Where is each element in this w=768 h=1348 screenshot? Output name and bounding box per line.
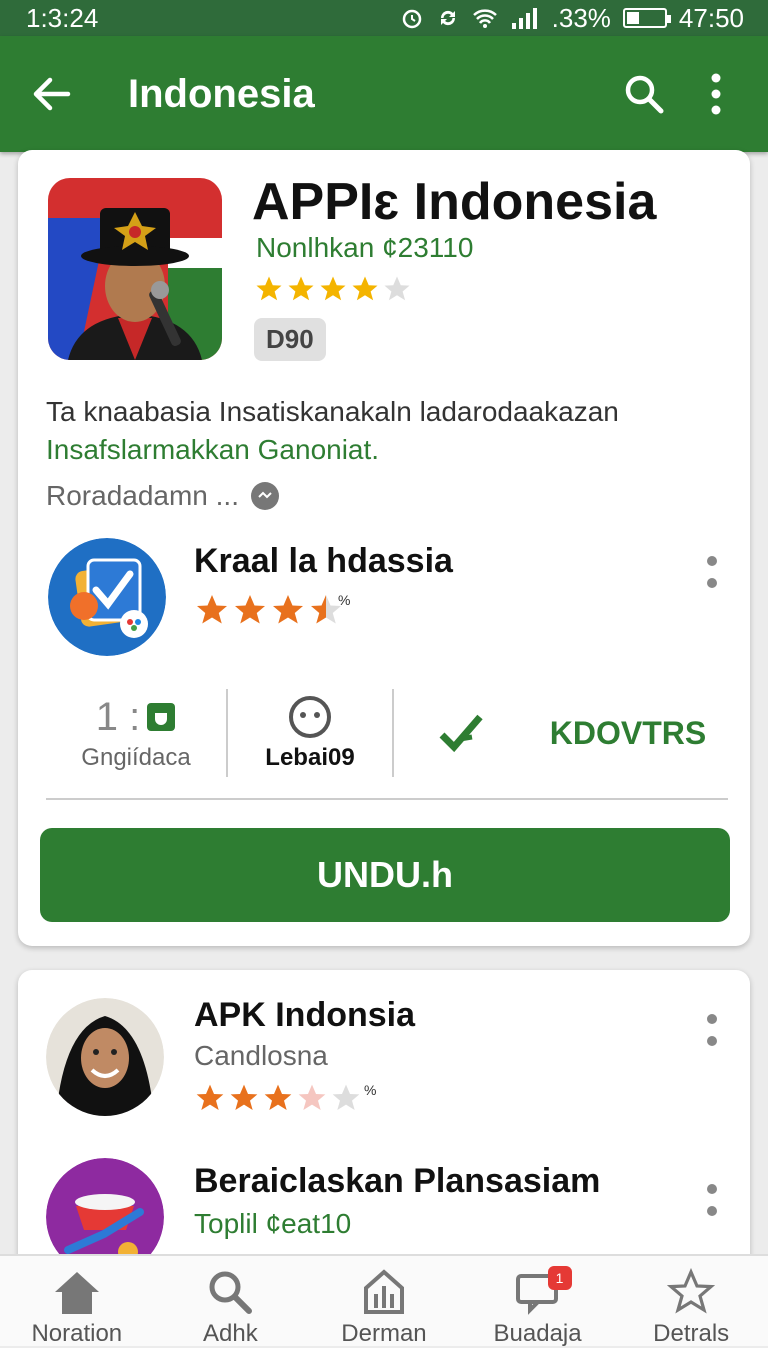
app-title-list-item-2: Beraiclaskan Plansasiam <box>194 1162 601 1200</box>
stat-value: 1 : <box>95 694 141 739</box>
app-title-featured: APPIɛ Indonesia <box>252 173 657 231</box>
battery-percent: .33% <box>551 2 611 33</box>
star-icon <box>352 276 378 301</box>
search-icon <box>625 75 664 114</box>
app-icon-list-item-1[interactable] <box>46 998 164 1116</box>
nav-item-search[interactable]: Adhk <box>160 1256 300 1348</box>
search-icon <box>209 1271 253 1314</box>
stat-item: KDOVTRS <box>528 715 728 752</box>
rating-stars-featured <box>254 274 412 304</box>
app-title-list-item-1: APK Indonsia <box>194 996 416 1034</box>
stat-item: Lebai09 <box>228 694 392 772</box>
star-icon <box>288 276 314 301</box>
star-icon <box>196 1084 224 1110</box>
read-more-link[interactable]: Roradadamn ... <box>46 480 279 512</box>
stat-item <box>394 711 528 755</box>
description-line-2: Insafslarmakkan Ganoniat. <box>46 434 380 465</box>
battery-icon <box>622 8 671 28</box>
bottom-navigation: Noration Adhk Derman 1 Buadaja Detrals <box>0 1254 768 1348</box>
notification-badge: 1 <box>547 1266 572 1290</box>
star-icon <box>320 276 346 301</box>
related-app-icon[interactable] <box>48 538 166 656</box>
more-vert-icon <box>711 73 721 115</box>
app-subtitle-featured: Nonlhkan ¢23110 <box>256 232 474 263</box>
list-item-2-menu-button[interactable] <box>702 1184 722 1216</box>
star-icon <box>197 595 227 624</box>
stat-label: KDOVTRS <box>549 714 707 751</box>
back-button[interactable] <box>24 66 80 122</box>
status-bar: 1:3:24 .33% 47:50 <box>0 0 768 36</box>
status-time: 1:3:24 <box>26 2 99 33</box>
star-empty-icon <box>332 1084 360 1110</box>
star-icon <box>264 1084 292 1110</box>
shield-icon <box>147 703 176 731</box>
star-icon <box>230 1084 258 1110</box>
more-options-button[interactable] <box>688 66 744 122</box>
app-bar: Indonesia <box>0 36 768 152</box>
rating-stars-list-item-1 <box>194 1082 362 1114</box>
star-empty-icon <box>298 1084 326 1110</box>
search-button[interactable] <box>616 66 672 122</box>
alarm-icon <box>400 6 424 30</box>
status-icons: .33% 47:50 <box>400 3 744 34</box>
content-badge: D90 <box>254 318 326 361</box>
star-icon <box>235 595 265 624</box>
list-item-1-menu-button[interactable] <box>702 1014 722 1046</box>
wifi-icon <box>472 7 498 29</box>
signal-icon <box>510 7 540 29</box>
related-app-menu-button[interactable] <box>702 556 722 588</box>
home-icon <box>54 1272 99 1314</box>
rating-suffix: % <box>338 592 351 608</box>
read-more-label: Roradadamn ... <box>46 480 239 511</box>
nav-item-apps[interactable]: Derman <box>314 1256 454 1348</box>
sync-icon <box>436 6 460 30</box>
page-title: Indonesia <box>128 71 315 116</box>
app-subtitle-list-item-1: Candlosna <box>194 1040 328 1071</box>
star-icon <box>273 595 303 624</box>
stats-row: 1 : Gngiídaca Lebai09 KDOVTRS <box>46 688 728 778</box>
app-icon-featured[interactable] <box>48 178 222 360</box>
stat-label: Lebai09 <box>265 744 355 771</box>
related-app-rating: % <box>194 592 350 628</box>
apps-icon <box>363 1269 404 1314</box>
list-item-1-rating: % <box>194 1082 376 1114</box>
featured-app-card[interactable]: APPIɛ Indonesia Nonlhkan ¢23110 D90 Ta k… <box>18 150 750 946</box>
nav-item-details[interactable]: Detrals <box>621 1256 761 1348</box>
checkmark-icon <box>439 714 483 753</box>
rating-suffix: % <box>364 1082 377 1098</box>
stat-label: Gngiídaca <box>81 743 191 771</box>
expand-icon <box>251 482 279 510</box>
arrow-left-icon <box>33 77 71 111</box>
face-icon <box>289 696 331 738</box>
rating-stars-related <box>194 592 344 628</box>
description-line-1: Ta knaabasia Insatiskanakaln ladarodaaka… <box>46 396 619 427</box>
app-list-card: APK Indonsia Candlosna % Beraiclaskan Pl… <box>18 970 750 1270</box>
related-app-title: Kraal la hdassia <box>194 542 453 580</box>
install-button[interactable]: UNDU.h <box>40 828 730 922</box>
star-empty-icon <box>384 276 410 301</box>
stat-item: 1 : Gngiídaca <box>46 695 226 772</box>
star-icon <box>256 276 282 301</box>
status-clock-right: 47:50 <box>678 2 744 33</box>
star-icon <box>667 1268 716 1314</box>
divider <box>46 798 728 800</box>
nav-item-home[interactable]: Noration <box>7 1256 147 1348</box>
nav-item-notifications[interactable]: 1 Buadaja <box>468 1256 608 1348</box>
app-subtitle-list-item-2: Toplil ¢eat10 <box>194 1208 352 1239</box>
